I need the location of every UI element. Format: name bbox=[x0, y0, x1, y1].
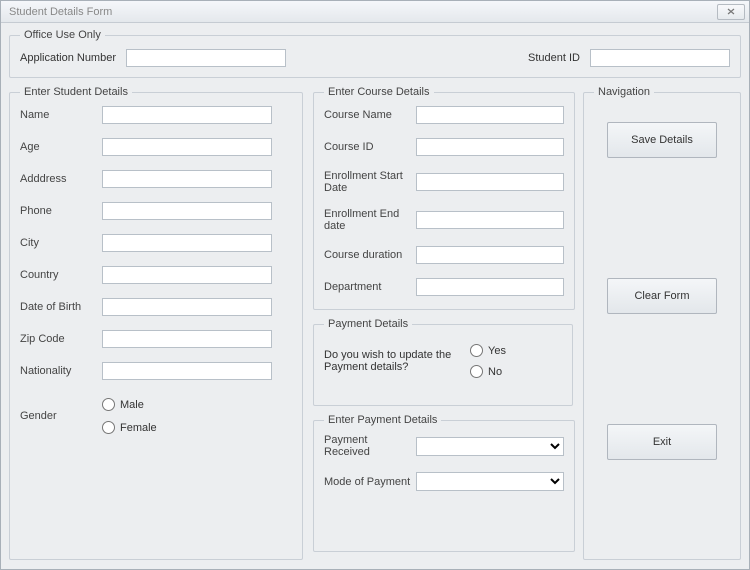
save-button[interactable]: Save Details bbox=[607, 122, 717, 158]
office-use-legend: Office Use Only bbox=[20, 29, 105, 41]
name-input[interactable] bbox=[102, 106, 272, 124]
payment-question-text: Do you wish to update the Payment detail… bbox=[324, 349, 454, 373]
dob-label: Date of Birth bbox=[20, 301, 102, 313]
gender-female-label: Female bbox=[120, 422, 157, 434]
department-input[interactable] bbox=[416, 278, 564, 296]
clear-button[interactable]: Clear Form bbox=[607, 278, 717, 314]
mode-of-payment-label: Mode of Payment bbox=[324, 476, 416, 488]
application-number-label: Application Number bbox=[20, 52, 116, 64]
content-area: Office Use Only Application Number Stude… bbox=[1, 23, 749, 569]
gender-male-radio[interactable] bbox=[102, 398, 115, 411]
department-label: Department bbox=[324, 281, 416, 293]
enroll-end-input[interactable] bbox=[416, 211, 564, 229]
payment-details-legend: Enter Payment Details bbox=[324, 414, 441, 426]
payment-yes-radio[interactable] bbox=[470, 344, 483, 357]
window: Student Details Form Office Use Only App… bbox=[0, 0, 750, 570]
course-duration-input[interactable] bbox=[416, 246, 564, 264]
student-details-legend: Enter Student Details bbox=[20, 86, 132, 98]
titlebar: Student Details Form bbox=[1, 1, 749, 23]
city-label: City bbox=[20, 237, 102, 249]
nationality-label: Nationality bbox=[20, 365, 102, 377]
payment-details-group: Enter Payment Details Payment Received M… bbox=[313, 414, 575, 552]
payment-question-legend: Payment Details bbox=[324, 318, 412, 330]
country-label: Country bbox=[20, 269, 102, 281]
city-input[interactable] bbox=[102, 234, 272, 252]
navigation-legend: Navigation bbox=[594, 86, 654, 98]
name-label: Name bbox=[20, 109, 102, 121]
course-details-legend: Enter Course Details bbox=[324, 86, 434, 98]
nationality-input[interactable] bbox=[102, 362, 272, 380]
enroll-start-label: Enrollment Start Date bbox=[324, 170, 416, 194]
payment-received-select[interactable] bbox=[416, 437, 564, 456]
mode-of-payment-select[interactable] bbox=[416, 472, 564, 491]
student-details-group: Enter Student Details Name Age Adddress … bbox=[9, 86, 303, 560]
age-input[interactable] bbox=[102, 138, 272, 156]
course-id-input[interactable] bbox=[416, 138, 564, 156]
payment-yes-label: Yes bbox=[488, 345, 506, 357]
phone-label: Phone bbox=[20, 205, 102, 217]
payment-no-label: No bbox=[488, 366, 502, 378]
address-label: Adddress bbox=[20, 173, 102, 185]
payment-received-label: Payment Received bbox=[324, 434, 416, 458]
course-duration-label: Course duration bbox=[324, 249, 416, 261]
course-name-input[interactable] bbox=[416, 106, 564, 124]
course-name-label: Course Name bbox=[324, 109, 416, 121]
course-details-group: Enter Course Details Course Name Course … bbox=[313, 86, 575, 310]
address-input[interactable] bbox=[102, 170, 272, 188]
student-id-input[interactable] bbox=[590, 49, 730, 67]
gender-label: Gender bbox=[20, 410, 102, 422]
office-use-group: Office Use Only Application Number Stude… bbox=[9, 29, 741, 78]
window-title: Student Details Form bbox=[9, 6, 112, 18]
application-number-input[interactable] bbox=[126, 49, 286, 67]
dob-input[interactable] bbox=[102, 298, 272, 316]
enroll-start-input[interactable] bbox=[416, 173, 564, 191]
zip-input[interactable] bbox=[102, 330, 272, 348]
phone-input[interactable] bbox=[102, 202, 272, 220]
enroll-end-label: Enrollment End date bbox=[324, 208, 416, 232]
payment-question-group: Payment Details Do you wish to update th… bbox=[313, 318, 573, 406]
close-icon bbox=[727, 8, 735, 15]
age-label: Age bbox=[20, 141, 102, 153]
country-input[interactable] bbox=[102, 266, 272, 284]
close-button[interactable] bbox=[717, 4, 745, 20]
gender-female-radio[interactable] bbox=[102, 421, 115, 434]
zip-label: Zip Code bbox=[20, 333, 102, 345]
navigation-group: Navigation Save Details Clear Form Exit bbox=[583, 86, 741, 560]
student-id-label: Student ID bbox=[528, 52, 580, 64]
gender-male-label: Male bbox=[120, 399, 144, 411]
payment-no-radio[interactable] bbox=[470, 365, 483, 378]
exit-button[interactable]: Exit bbox=[607, 424, 717, 460]
course-id-label: Course ID bbox=[324, 141, 416, 153]
